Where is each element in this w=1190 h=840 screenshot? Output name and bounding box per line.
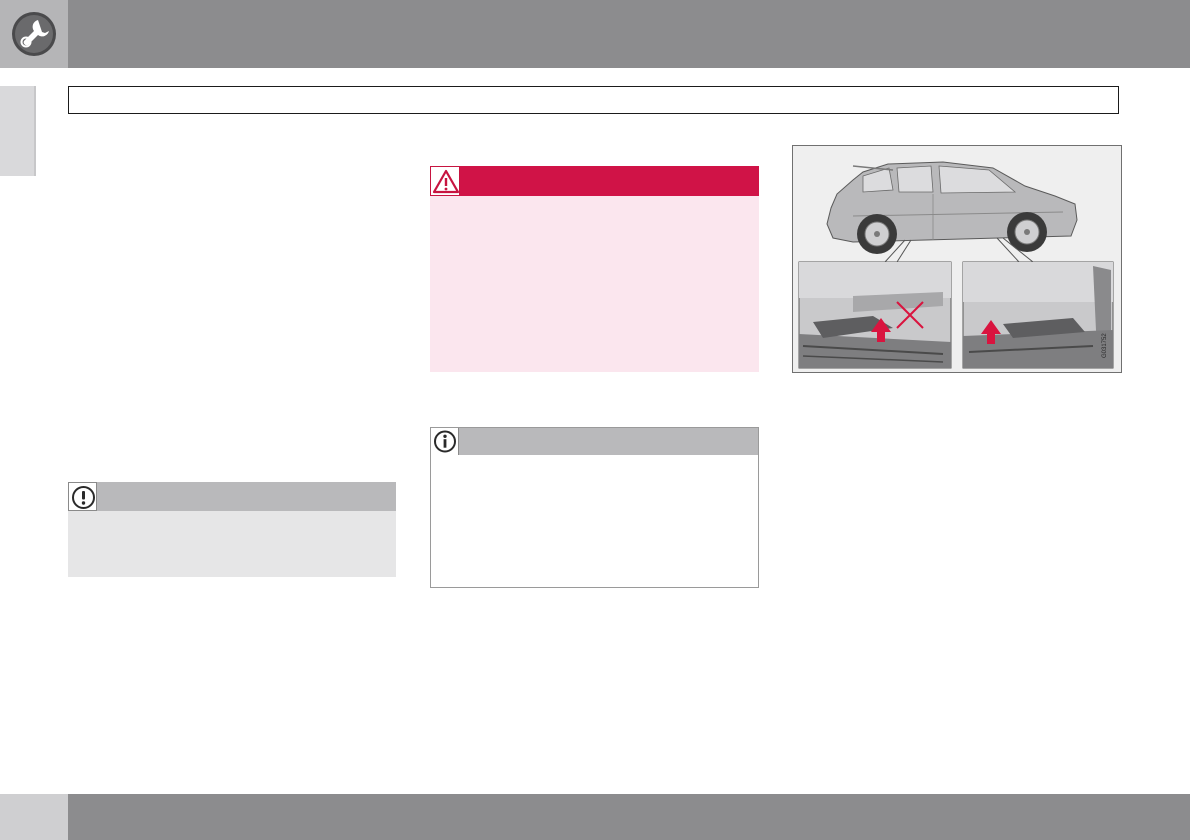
section-title-box — [68, 86, 1119, 114]
detail-panel-correct: G031752 — [962, 261, 1114, 369]
warning-icon-box — [430, 166, 460, 196]
wrench-gear-icon — [12, 12, 56, 56]
info-icon — [434, 430, 456, 453]
section-icon-box — [0, 0, 68, 68]
info-note-icon-box — [431, 428, 459, 455]
header-bar — [0, 0, 1190, 68]
important-note-icon-box — [68, 482, 97, 511]
important-note-header — [68, 482, 396, 511]
footer-bar — [0, 794, 1190, 840]
lifting-points-illustration: G031752 — [792, 145, 1122, 373]
image-code: G031752 — [1102, 333, 1108, 358]
chapter-tab — [0, 86, 34, 176]
detail-panel-incorrect — [798, 261, 952, 369]
important-note — [68, 482, 396, 577]
rear-wheel — [857, 214, 897, 254]
exclamation-icon — [72, 486, 95, 509]
info-note — [430, 427, 759, 588]
page-number-box — [0, 794, 68, 840]
warning-triangle-icon — [432, 169, 460, 194]
warning-header — [430, 166, 759, 196]
chapter-tab-stripe — [34, 86, 36, 176]
car-illustration — [826, 161, 1078, 263]
warning-box — [430, 166, 759, 372]
info-note-header — [431, 428, 758, 455]
